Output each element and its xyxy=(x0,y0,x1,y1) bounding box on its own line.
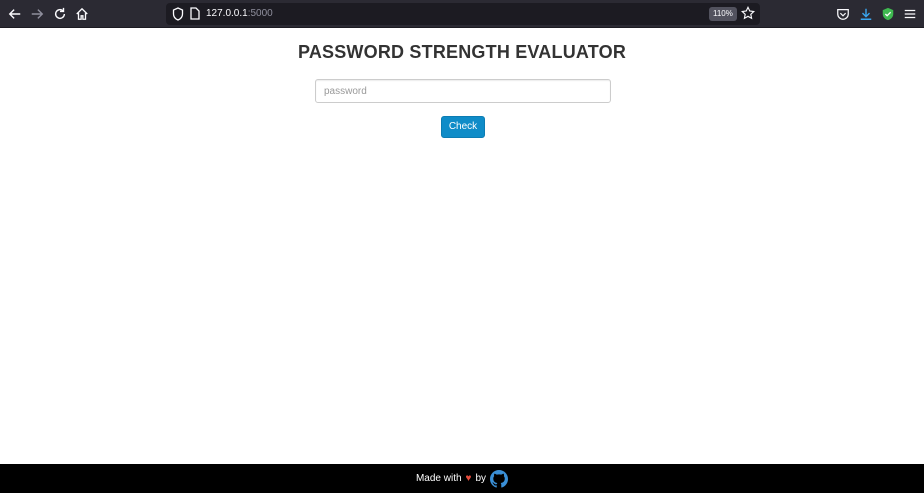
footer-by: by xyxy=(475,473,487,484)
reload-icon[interactable] xyxy=(51,5,69,23)
bookmark-star-icon[interactable] xyxy=(740,5,756,25)
page-title: PASSWORD STRENGTH EVALUATOR xyxy=(297,42,627,62)
zoom-badge[interactable]: 110% xyxy=(709,7,737,21)
shield-icon[interactable] xyxy=(172,7,184,26)
download-icon[interactable] xyxy=(857,5,875,23)
footer: Made with ♥ by xyxy=(0,464,924,493)
forward-icon[interactable] xyxy=(28,5,46,23)
browser-toolbar: 127.0.0.1:5000 110% xyxy=(0,0,924,28)
pocket-icon[interactable] xyxy=(834,5,852,23)
url-text[interactable]: 127.0.0.1:5000 xyxy=(206,7,273,21)
footer-made-with: Made with xyxy=(415,473,462,484)
url-host: 127.0.0.1 xyxy=(206,8,248,19)
github-icon[interactable] xyxy=(490,469,509,488)
heart-icon: ♥ xyxy=(465,473,472,484)
url-port: :5000 xyxy=(247,8,273,19)
home-icon[interactable] xyxy=(73,5,91,23)
page-icon[interactable] xyxy=(190,7,200,25)
password-input[interactable] xyxy=(315,79,611,103)
url-bar[interactable]: 127.0.0.1:5000 110% xyxy=(166,3,760,25)
page-content: PASSWORD STRENGTH EVALUATOR Check xyxy=(0,28,924,464)
check-button[interactable]: Check xyxy=(441,116,485,138)
menu-icon[interactable] xyxy=(901,5,919,23)
back-icon[interactable] xyxy=(6,5,24,23)
extension-shield-icon[interactable] xyxy=(879,5,897,23)
